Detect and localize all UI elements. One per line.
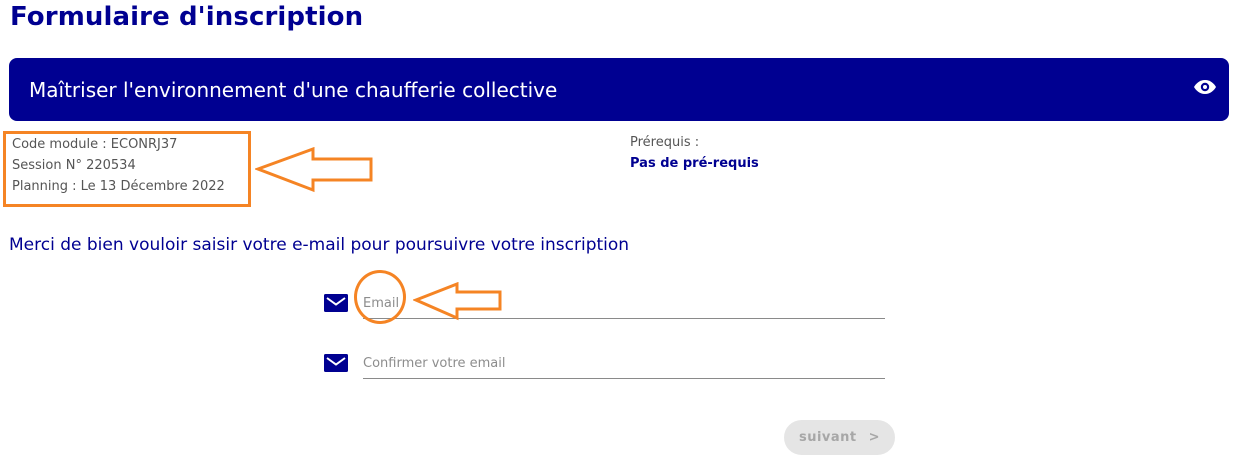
email-instruction-text: Merci de bien vouloir saisir votre e-mai… xyxy=(9,235,630,255)
annotation-arrow-left-icon xyxy=(255,147,373,193)
prerequisites-label: Prérequis : xyxy=(630,135,700,150)
session-number-text: Session N° 220534 xyxy=(12,158,136,173)
prerequisites-value: Pas de pré-requis xyxy=(630,156,759,171)
page-title: Formulaire d'inscription xyxy=(10,2,364,32)
module-banner[interactable]: Maîtriser l'environnement d'une chauffer… xyxy=(9,58,1229,121)
module-title: Maîtriser l'environnement d'une chauffer… xyxy=(29,78,558,102)
confirm-email-field-row xyxy=(324,348,886,394)
planning-text: Planning : Le 13 Décembre 2022 xyxy=(12,179,225,194)
next-button[interactable]: suivant > xyxy=(784,420,895,455)
confirm-email-input[interactable] xyxy=(363,348,885,379)
eye-icon[interactable] xyxy=(1193,77,1217,97)
email-field-row xyxy=(324,288,886,334)
annotation-circle xyxy=(354,270,406,324)
chevron-right-icon: > xyxy=(868,430,881,445)
annotation-arrow-left-icon xyxy=(413,282,502,321)
module-info-highlight: Code module : ECONRJ37 Session N° 220534… xyxy=(3,131,251,207)
envelope-icon xyxy=(324,294,348,312)
next-button-label: suivant xyxy=(798,430,857,445)
code-module-text: Code module : ECONRJ37 xyxy=(12,137,178,152)
envelope-icon xyxy=(324,354,348,372)
